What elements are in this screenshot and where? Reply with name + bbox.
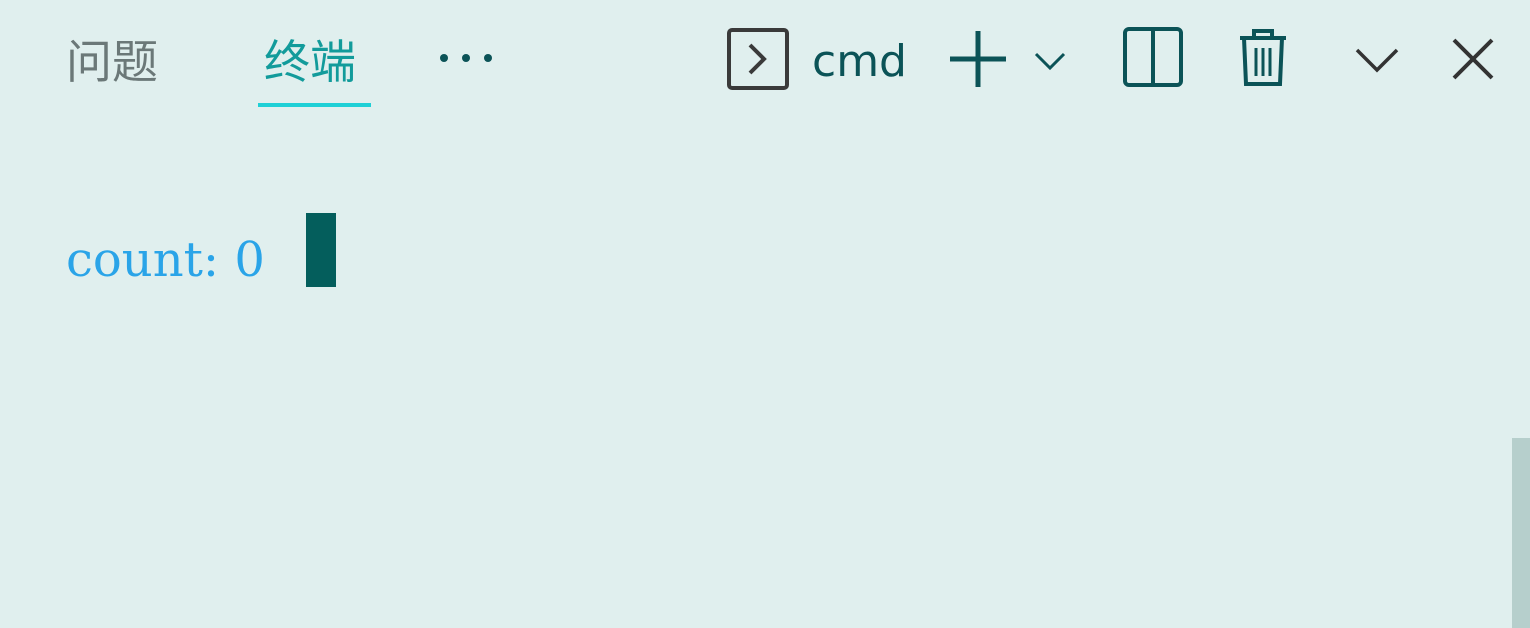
terminal-output-line: count: 0 — [66, 232, 265, 288]
tab-problems[interactable]: 问题 — [66, 32, 158, 92]
trash-icon[interactable] — [1234, 26, 1292, 88]
chevron-down-icon[interactable] — [1352, 40, 1402, 80]
scrollbar[interactable] — [1512, 438, 1530, 628]
plus-icon[interactable] — [946, 27, 1010, 91]
tab-terminal[interactable]: 终端 — [264, 32, 356, 92]
shell-selector-label[interactable]: cmd — [812, 34, 907, 90]
terminal-panel: 问题 终端 cmd count: 0 — [0, 0, 1530, 628]
split-panel-icon[interactable] — [1122, 26, 1184, 88]
close-icon[interactable] — [1448, 34, 1498, 84]
terminal-cursor — [306, 213, 336, 287]
chevron-down-icon[interactable] — [1030, 40, 1070, 80]
ellipsis-icon[interactable] — [436, 44, 496, 74]
active-tab-indicator — [258, 103, 371, 107]
terminal-prompt-icon[interactable] — [726, 27, 790, 91]
